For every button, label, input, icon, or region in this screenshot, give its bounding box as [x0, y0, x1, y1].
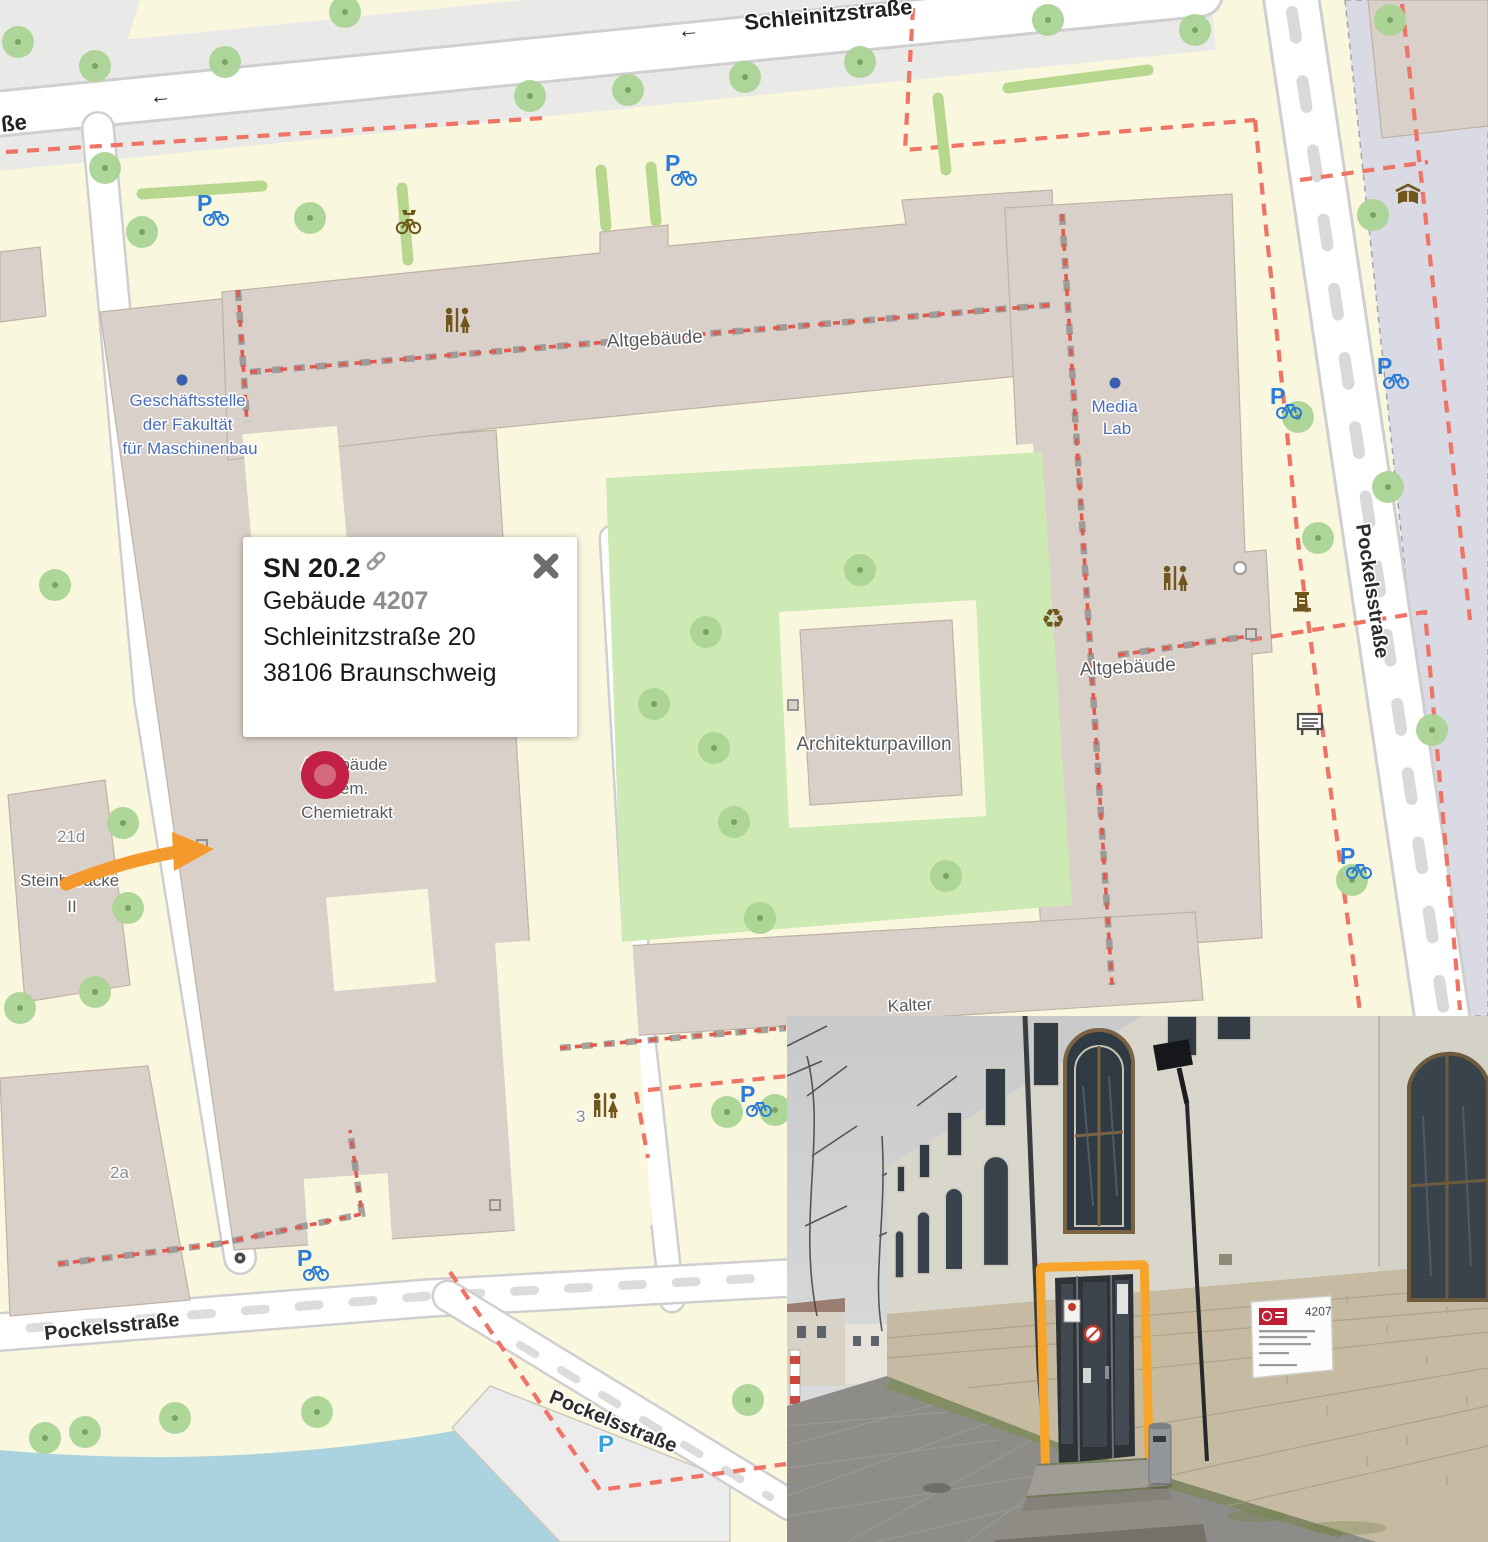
room-info-popup: SN 20.2 Gebäude 4207 Schleinitzstraße 20… — [243, 537, 577, 737]
label-kalter: Kalter — [887, 995, 933, 1016]
recycling-icon: ♻ — [1041, 604, 1065, 634]
label-3: 3 — [576, 1107, 585, 1126]
node-icon — [1234, 562, 1246, 574]
oneway-arrow: ← — [148, 82, 172, 109]
room-finder-app: { "popup": { "title": "SN 20.2", "buildi… — [0, 0, 1488, 1542]
sign-building-number: 4207 — [1305, 1304, 1332, 1319]
entrance-photo-inset: 4207 — [787, 1016, 1488, 1542]
door-handle — [1105, 1366, 1109, 1379]
label-2a: 2a — [110, 1163, 129, 1182]
trash-bin — [1147, 1423, 1173, 1490]
building-architekturpavillon — [800, 620, 962, 805]
poi-dot — [1110, 378, 1121, 389]
popup-address-street: Schleinitzstraße 20 — [263, 619, 557, 655]
poi-dot — [177, 375, 188, 386]
label-21d: 21d — [57, 827, 85, 846]
link-icon[interactable] — [364, 549, 388, 578]
oneway-arrow: ← — [676, 16, 700, 43]
sanitizer — [1083, 1368, 1091, 1383]
wall-vent — [1219, 1254, 1232, 1265]
popup-close-button[interactable] — [531, 551, 561, 581]
green-courtyard — [606, 452, 1072, 942]
popup-address-city: 38106 Braunschweig — [263, 655, 557, 691]
popup-building-line: Gebäude 4207 — [263, 583, 557, 619]
building-number: 4207 — [373, 587, 429, 615]
street-fragment: ße — [0, 109, 28, 137]
label-architekturpavillon: Architekturpavillon — [796, 734, 951, 755]
popup-title: SN 20.2 — [263, 553, 361, 583]
close-icon — [537, 557, 555, 575]
parking-lot-letter: P — [598, 1431, 614, 1458]
building-sign: 4207 — [1251, 1296, 1333, 1378]
location-marker[interactable] — [301, 751, 349, 799]
